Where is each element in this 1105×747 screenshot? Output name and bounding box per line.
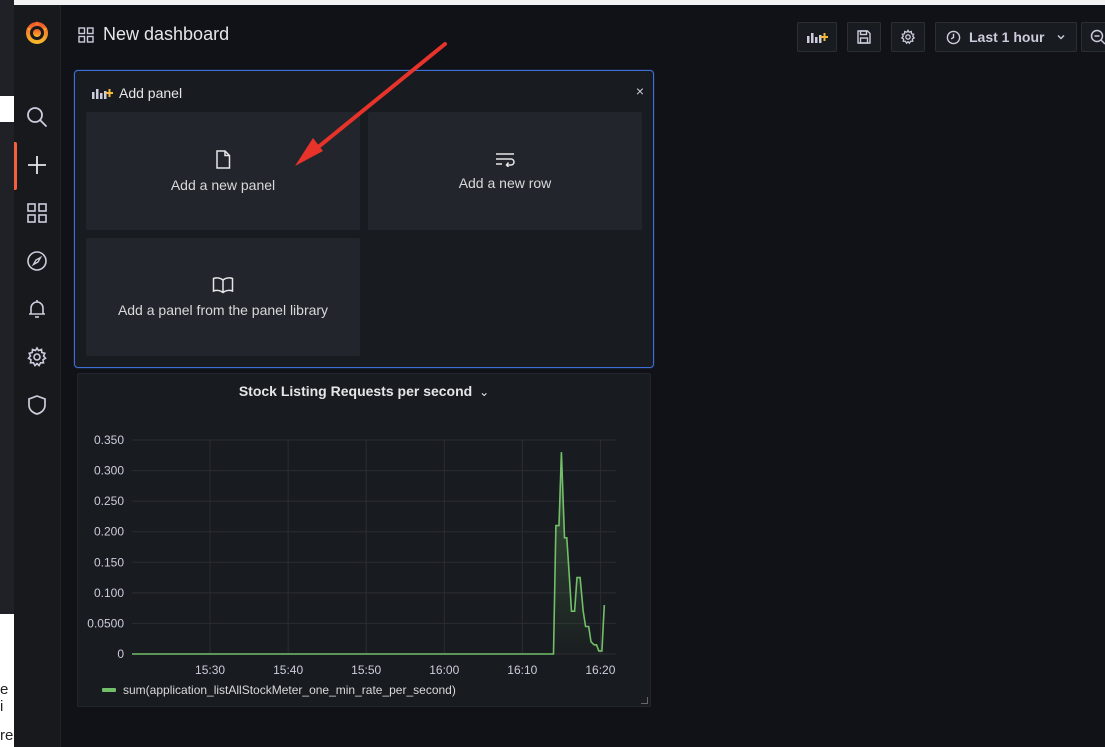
annotation-arrow-icon <box>295 42 447 166</box>
background-strip <box>0 0 14 96</box>
shield-icon[interactable] <box>25 393 49 417</box>
search-icon[interactable] <box>25 105 49 129</box>
side-menu <box>14 5 61 747</box>
background-text: re <box>0 727 14 744</box>
plus-icon[interactable] <box>25 153 49 177</box>
dashboard-main: New dashboard Last 1 hour Add panel × Ad… <box>61 5 1105 747</box>
dashboards-icon[interactable] <box>25 201 49 225</box>
gear-icon[interactable] <box>25 345 49 369</box>
explore-compass-icon[interactable] <box>25 249 49 273</box>
bell-alert-icon[interactable] <box>25 297 49 321</box>
background-text: e i <box>0 681 9 715</box>
active-indicator <box>14 142 17 190</box>
grafana-logo-icon[interactable] <box>24 20 50 46</box>
background-window: e i re <box>0 0 14 747</box>
background-strip <box>0 122 14 614</box>
